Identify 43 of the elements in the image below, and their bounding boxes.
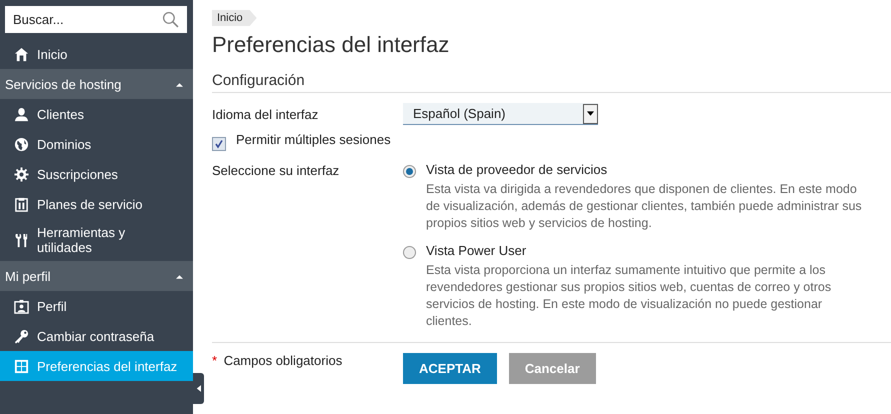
breadcrumb-link[interactable]: Inicio: [212, 10, 257, 26]
user-icon: [14, 106, 29, 122]
radio-label: Vista de proveedor de servicios: [426, 161, 608, 179]
globe-icon: [14, 136, 29, 152]
field-label: Seleccione su interfaz: [212, 163, 340, 178]
required-mark: *: [212, 353, 218, 368]
sidebar-toggle[interactable]: [193, 373, 204, 404]
nav-item[interactable]: Perfil: [0, 291, 193, 321]
nav-item[interactable]: Clientes: [0, 99, 193, 129]
house-icon: [14, 46, 29, 62]
checkbox-label: Permitir múltiples sesiones: [236, 132, 391, 147]
radio-button[interactable]: [403, 246, 416, 259]
caret-icon: [176, 82, 183, 86]
caret-icon: [176, 274, 183, 278]
page-title: Preferencias del interfaz: [212, 32, 450, 58]
option-description: Esta vista proporciona un interfaz sumamente intuitivo que permite a los revendedores gestionar sus propios sitios web, cuentas de correo y otros servicios de hosting. En este modo de visualización no puede gestionar clientes.: [426, 262, 832, 330]
id-card-icon: [14, 298, 29, 314]
radio-button[interactable]: [403, 165, 416, 178]
language-dropdown[interactable]: Español (Spain): [403, 103, 598, 125]
field-label: Idioma del interfaz: [212, 106, 320, 122]
accept-button[interactable]: ACEPTAR: [403, 353, 497, 384]
section-title: Configuración: [212, 72, 891, 93]
collapse-icon: [196, 385, 201, 392]
clipboard-icon: [14, 196, 29, 212]
nav-group-header[interactable]: Mi perfil: [0, 261, 193, 291]
nav-item[interactable]: Inicio: [0, 39, 193, 69]
checkbox[interactable]: [212, 137, 226, 151]
nav-group-header[interactable]: Servicios de hosting: [0, 69, 193, 99]
caret-icon: [587, 111, 594, 116]
nav-item[interactable]: Planes de servicio: [0, 189, 193, 219]
nav-item[interactable]: Suscripciones: [0, 159, 193, 189]
key-icon: [14, 328, 29, 344]
radio-label: Vista Power User: [426, 242, 528, 260]
search-field[interactable]: Buscar...: [5, 6, 187, 33]
required-note: Campos obligatorios: [224, 353, 342, 368]
option-description: Esta vista va dirigida a revendedores que disponen de clientes. En este modo de visualización, además de gestionar clientes, también puede administrar sus propios sitios web y servicios de hosting.: [426, 181, 863, 232]
nav-item[interactable]: Dominios: [0, 129, 193, 159]
nav-item[interactable]: Herramientas y utilidades: [0, 219, 193, 261]
search-icon: [162, 11, 179, 28]
grid-icon: [14, 358, 29, 374]
gear-icon: [14, 166, 29, 182]
nav-item[interactable]: Cambiar contraseña: [0, 321, 193, 351]
tools-icon: [14, 232, 29, 248]
